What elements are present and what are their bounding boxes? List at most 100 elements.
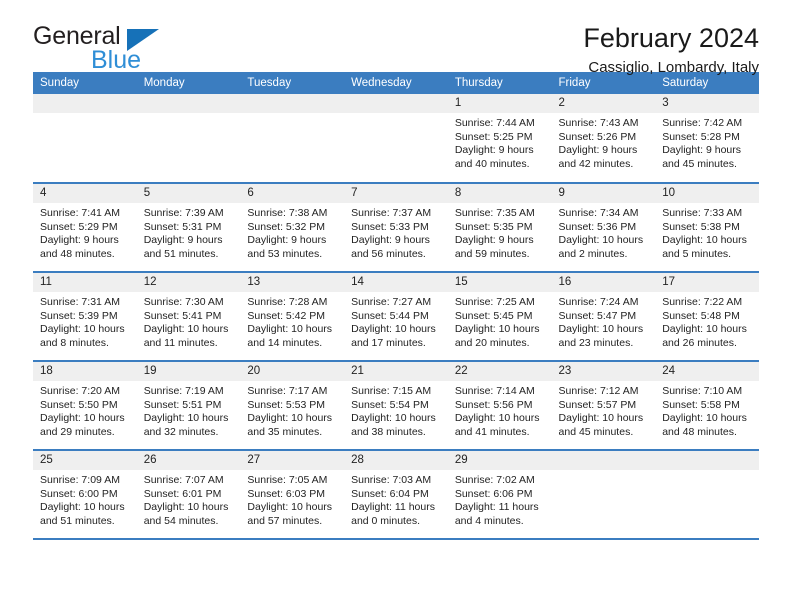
day-number: [551, 451, 656, 470]
daylight-text-line2: and 48 minutes.: [40, 247, 115, 260]
day-number: 25: [33, 451, 137, 470]
daylight-text-line2: and 23 minutes.: [558, 336, 634, 349]
sunrise-text: Sunrise: 7:10 AM: [662, 385, 743, 397]
sunrise-text: Sunrise: 7:24 AM: [558, 296, 639, 308]
sunset-text: Sunset: 6:00 PM: [40, 487, 118, 500]
sun-info: Sunrise: 7:07 AM Sunset: 6:01 PM Daylight:…: [137, 470, 241, 528]
day-number: [33, 94, 137, 113]
calendar-day-cell[interactable]: 20 Sunrise: 7:17 AM Sunset: 5:53 PM Dayligh…: [240, 361, 345, 451]
sun-info: Sunrise: 7:09 AM Sunset: 6:00 PM Daylight:…: [33, 470, 137, 528]
calendar-day-cell[interactable]: 7 Sunrise: 7:37 AM Sunset: 5:33 PM Daylight…: [344, 183, 448, 273]
day-number: 1: [447, 94, 552, 113]
daylight-text-line1: Daylight: 10 hours: [143, 412, 229, 425]
sun-info: Sunrise: 7:30 AM Sunset: 5:41 PM Daylight:…: [137, 292, 241, 350]
calendar-day-cell[interactable]: 13 Sunrise: 7:28 AM Sunset: 5:42 PM Dayligh…: [240, 272, 345, 362]
sunset-text: Sunset: 5:33 PM: [351, 220, 429, 233]
sunset-text: Sunset: 5:36 PM: [558, 220, 637, 233]
daylight-text-line2: and 41 minutes.: [454, 425, 530, 438]
calendar-day-cell[interactable]: 8 Sunrise: 7:35 AM Sunset: 5:35 PM Daylight…: [447, 183, 552, 273]
calendar-cell-empty: [655, 450, 759, 540]
daylight-text-line2: and 14 minutes.: [247, 336, 323, 349]
sunset-text: Sunset: 5:32 PM: [247, 220, 326, 233]
calendar-day-cell[interactable]: 25 Sunrise: 7:09 AM Sunset: 6:00 PM Dayligh…: [33, 450, 137, 540]
sunrise-text: Sunrise: 7:43 AM: [558, 117, 639, 129]
daylight-text-line2: and 45 minutes.: [558, 425, 634, 438]
daylight-text-line1: Daylight: 9 hours: [454, 144, 534, 157]
day-number: 7: [344, 184, 448, 203]
calendar-day-cell[interactable]: 22 Sunrise: 7:14 AM Sunset: 5:56 PM Dayligh…: [447, 361, 552, 451]
sunset-text: Sunset: 5:41 PM: [143, 309, 222, 322]
day-number: 20: [240, 362, 345, 381]
calendar-day-cell[interactable]: 2 Sunrise: 7:43 AM Sunset: 5:26 PM Daylight…: [551, 94, 656, 184]
daylight-text-line1: Daylight: 10 hours: [40, 412, 125, 425]
calendar-day-cell[interactable]: 26 Sunrise: 7:07 AM Sunset: 6:01 PM Dayligh…: [136, 450, 241, 540]
daylight-text-line2: and 51 minutes.: [143, 247, 219, 260]
daylight-text-line2: and 20 minutes.: [454, 336, 530, 349]
day-number: 22: [447, 362, 552, 381]
calendar-day-cell[interactable]: 23 Sunrise: 7:12 AM Sunset: 5:57 PM Dayligh…: [551, 361, 656, 451]
sun-info: Sunrise: 7:42 AM Sunset: 5:28 PM Daylight:…: [655, 113, 759, 171]
calendar-day-cell[interactable]: 17 Sunrise: 7:22 AM Sunset: 5:48 PM Dayligh…: [655, 272, 759, 362]
daylight-text-line1: Daylight: 10 hours: [143, 323, 229, 336]
calendar-day-cell[interactable]: 3 Sunrise: 7:42 AM Sunset: 5:28 PM Daylight…: [655, 94, 759, 184]
daylight-text-line1: Daylight: 10 hours: [662, 323, 747, 336]
daylight-text-line1: Daylight: 9 hours: [558, 144, 638, 157]
daylight-text-line1: Daylight: 10 hours: [247, 501, 333, 514]
weekday-header-wednesday: Wednesday: [344, 72, 448, 94]
sunset-text: Sunset: 5:58 PM: [662, 398, 740, 411]
calendar-day-cell[interactable]: 29 Sunrise: 7:02 AM Sunset: 6:06 PM Dayligh…: [447, 450, 552, 540]
calendar-day-cell[interactable]: 6 Sunrise: 7:38 AM Sunset: 5:32 PM Daylight…: [240, 183, 345, 273]
sun-info: Sunrise: 7:28 AM Sunset: 5:42 PM Daylight:…: [240, 292, 344, 350]
calendar-day-cell[interactable]: 16 Sunrise: 7:24 AM Sunset: 5:47 PM Dayligh…: [551, 272, 656, 362]
sunset-text: Sunset: 6:01 PM: [143, 487, 222, 500]
sunrise-text: Sunrise: 7:42 AM: [662, 117, 743, 129]
calendar-day-cell[interactable]: 4 Sunrise: 7:41 AM Sunset: 5:29 PM Daylight…: [33, 183, 137, 273]
sunrise-text: Sunrise: 7:07 AM: [143, 474, 224, 486]
daylight-text-line1: Daylight: 9 hours: [454, 234, 534, 247]
daylight-text-line1: Daylight: 10 hours: [558, 412, 644, 425]
calendar-day-cell[interactable]: 1 Sunrise: 7:44 AM Sunset: 5:25 PM Daylight…: [447, 94, 552, 184]
sunset-text: Sunset: 6:06 PM: [454, 487, 533, 500]
sunset-text: Sunset: 5:31 PM: [143, 220, 222, 233]
sunrise-text: Sunrise: 7:25 AM: [454, 296, 535, 308]
calendar-day-cell[interactable]: 12 Sunrise: 7:30 AM Sunset: 5:41 PM Dayligh…: [136, 272, 241, 362]
sunset-text: Sunset: 5:38 PM: [662, 220, 740, 233]
calendar-day-cell[interactable]: 27 Sunrise: 7:05 AM Sunset: 6:03 PM Dayligh…: [240, 450, 345, 540]
calendar-day-cell[interactable]: 11 Sunrise: 7:31 AM Sunset: 5:39 PM Dayligh…: [33, 272, 137, 362]
day-number: 13: [240, 273, 345, 292]
sunset-text: Sunset: 5:35 PM: [454, 220, 533, 233]
sunset-text: Sunset: 5:42 PM: [247, 309, 326, 322]
sun-info: Sunrise: 7:10 AM Sunset: 5:58 PM Daylight:…: [655, 381, 759, 439]
calendar-day-cell[interactable]: 21 Sunrise: 7:15 AM Sunset: 5:54 PM Dayligh…: [344, 361, 448, 451]
day-number: [655, 451, 759, 470]
calendar-day-cell[interactable]: 28 Sunrise: 7:03 AM Sunset: 6:04 PM Dayligh…: [344, 450, 448, 540]
sun-info: Sunrise: 7:34 AM Sunset: 5:36 PM Daylight:…: [552, 203, 656, 261]
daylight-text-line2: and 26 minutes.: [662, 336, 737, 349]
day-number: 16: [551, 273, 656, 292]
sun-info: Sunrise: 7:12 AM Sunset: 5:57 PM Daylight:…: [552, 381, 656, 439]
sunrise-text: Sunrise: 7:02 AM: [454, 474, 535, 486]
sun-info: Sunrise: 7:02 AM Sunset: 6:06 PM Daylight:…: [448, 470, 552, 528]
weekday-header-sunday: Sunday: [33, 72, 137, 94]
sunset-text: Sunset: 5:48 PM: [662, 309, 740, 322]
calendar-day-cell[interactable]: 14 Sunrise: 7:27 AM Sunset: 5:44 PM Dayligh…: [344, 272, 448, 362]
calendar-week-row: 18 Sunrise: 7:20 AM Sunset: 5:50 PM Dayligh…: [33, 361, 759, 451]
calendar-day-cell[interactable]: 24 Sunrise: 7:10 AM Sunset: 5:58 PM Dayligh…: [655, 361, 759, 451]
daylight-text-line2: and 45 minutes.: [662, 157, 737, 170]
general-blue-logo[interactable]: General Blue: [33, 22, 233, 74]
calendar-day-cell[interactable]: 15 Sunrise: 7:25 AM Sunset: 5:45 PM Dayligh…: [447, 272, 552, 362]
calendar-day-cell[interactable]: 18 Sunrise: 7:20 AM Sunset: 5:50 PM Dayligh…: [33, 361, 137, 451]
daylight-text-line2: and 40 minutes.: [454, 157, 530, 170]
sun-info: Sunrise: 7:31 AM Sunset: 5:39 PM Daylight:…: [33, 292, 137, 350]
calendar-day-cell[interactable]: 19 Sunrise: 7:19 AM Sunset: 5:51 PM Dayligh…: [136, 361, 241, 451]
daylight-text-line1: Daylight: 10 hours: [454, 412, 540, 425]
calendar-day-cell[interactable]: 10 Sunrise: 7:33 AM Sunset: 5:38 PM Dayligh…: [655, 183, 759, 273]
weekday-header-tuesday: Tuesday: [240, 72, 345, 94]
sun-info: Sunrise: 7:33 AM Sunset: 5:38 PM Daylight:…: [655, 203, 759, 261]
calendar-day-cell[interactable]: 5 Sunrise: 7:39 AM Sunset: 5:31 PM Daylight…: [136, 183, 241, 273]
daylight-text-line1: Daylight: 11 hours: [454, 501, 539, 514]
daylight-text-line2: and 32 minutes.: [143, 425, 219, 438]
daylight-text-line1: Daylight: 9 hours: [662, 144, 742, 157]
calendar-day-cell[interactable]: 9 Sunrise: 7:34 AM Sunset: 5:36 PM Daylight…: [551, 183, 656, 273]
sunrise-text: Sunrise: 7:20 AM: [40, 385, 120, 397]
